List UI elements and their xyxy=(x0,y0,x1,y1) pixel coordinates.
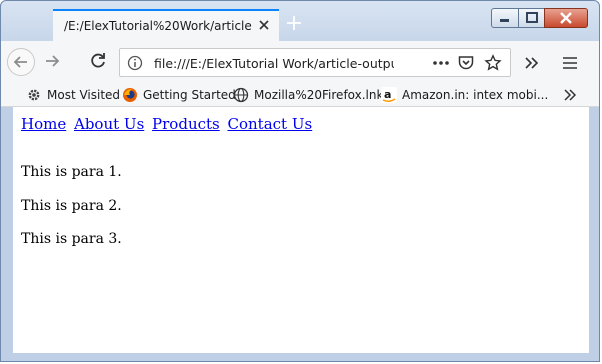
bookmarks-toolbar: Most Visited Getting Started Mozilla%20F… xyxy=(1,84,599,107)
close-tab-icon[interactable] xyxy=(257,18,271,32)
active-tab[interactable]: /E:/ElexTutorial%20Work/article-ou xyxy=(53,9,279,41)
menu-icon[interactable] xyxy=(561,54,579,72)
close-window-icon xyxy=(560,12,572,24)
maximize-button[interactable] xyxy=(518,8,545,28)
navigation-toolbar: file:///E:/ElexTutorial Work/article-out… xyxy=(1,41,599,84)
reload-icon xyxy=(91,53,105,68)
title-bar: /E:/ElexTutorial%20Work/article-ou xyxy=(1,1,599,41)
paragraph-3: This is para 3. xyxy=(21,231,122,247)
nav-links: Home About Us Products Contact Us xyxy=(21,115,315,133)
tab-title: /E:/ElexTutorial%20Work/article-ou xyxy=(64,19,252,33)
svg-text:a: a xyxy=(384,88,391,101)
toolbar-overflow-icon[interactable] xyxy=(523,54,541,72)
link-products[interactable]: Products xyxy=(152,115,220,133)
globe-icon xyxy=(233,87,249,103)
gear-icon xyxy=(28,89,40,101)
address-bar[interactable]: file:///E:/ElexTutorial Work/article-out… xyxy=(119,48,511,77)
pocket-icon[interactable] xyxy=(457,54,475,72)
firefox-icon xyxy=(123,88,137,102)
maximize-icon xyxy=(526,12,538,23)
minimize-icon xyxy=(500,19,509,22)
bookmark-getting-started[interactable]: Getting Started xyxy=(122,86,236,104)
bookmark-mozilla-firefox-lnk[interactable]: Mozilla%20Firefox.lnk xyxy=(233,86,383,104)
bookmark-amazon[interactable]: a Amazon.in: intex mobi... xyxy=(381,86,548,104)
bookmark-star-icon[interactable] xyxy=(484,54,502,72)
back-arrow-icon xyxy=(13,56,27,68)
forward-button[interactable] xyxy=(39,48,67,76)
paragraph-2: This is para 2. xyxy=(21,198,122,214)
page-info-icon[interactable] xyxy=(127,55,143,71)
back-button[interactable] xyxy=(7,48,35,76)
page-actions-menu-icon[interactable] xyxy=(431,54,451,72)
minimize-button[interactable] xyxy=(491,8,519,28)
bookmark-label: Amazon.in: intex mobi... xyxy=(402,88,549,102)
bookmark-most-visited[interactable]: Most Visited xyxy=(26,86,120,104)
page-content: Home About Us Products Contact Us This i… xyxy=(13,107,589,353)
new-tab-icon[interactable] xyxy=(285,14,303,32)
amazon-icon: a xyxy=(381,87,397,103)
link-contact-us[interactable]: Contact Us xyxy=(228,115,313,133)
paragraph-1: This is para 1. xyxy=(21,164,122,180)
reload-button[interactable] xyxy=(85,48,113,76)
link-home[interactable]: Home xyxy=(21,115,66,133)
url-text[interactable]: file:///E:/ElexTutorial Work/article-out… xyxy=(154,56,394,71)
link-about-us[interactable]: About Us xyxy=(74,115,144,133)
bookmark-label: Mozilla%20Firefox.lnk xyxy=(254,88,384,102)
bookmark-label: Most Visited xyxy=(47,88,121,102)
forward-arrow-icon xyxy=(46,55,60,67)
browser-window: /E:/ElexTutorial%20Work/article-ou file:… xyxy=(0,0,600,362)
window-close-button[interactable] xyxy=(544,8,588,28)
bookmarks-overflow-icon[interactable] xyxy=(562,87,578,103)
bookmark-label: Getting Started xyxy=(143,88,236,102)
